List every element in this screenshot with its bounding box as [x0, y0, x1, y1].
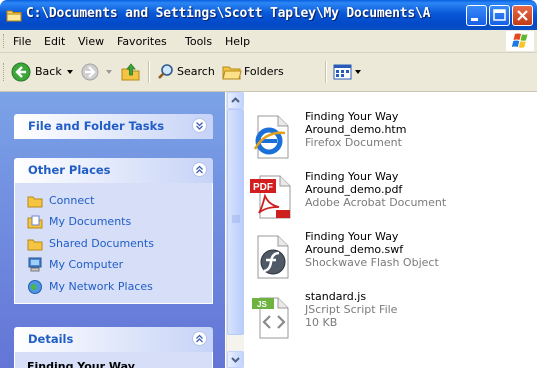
back-arrow-icon — [11, 62, 31, 82]
file-item[interactable]: Finding Your Way Around_demo.htm Firefox… — [244, 110, 537, 164]
views-icon — [333, 64, 352, 80]
title-bar[interactable]: C:\Documents and Settings\Scott Tapley\M… — [0, 0, 537, 30]
details-header[interactable]: Details — [14, 327, 213, 352]
file-name: Finding Your Way Around_demo.pdf — [305, 170, 402, 196]
file-name-line: Around_demo.swf — [305, 243, 404, 256]
menu-grip[interactable] — [3, 34, 7, 48]
folder-icon — [27, 239, 43, 251]
scroll-up-button[interactable] — [227, 92, 244, 109]
details-title: Details — [28, 332, 74, 346]
file-folder-tasks-header[interactable]: File and Folder Tasks — [14, 114, 213, 139]
other-places-header[interactable]: Other Places — [14, 158, 213, 183]
toolbar-separator — [325, 61, 327, 83]
search-icon — [158, 64, 173, 79]
file-name: Finding Your Way Around_demo.htm — [305, 110, 406, 136]
search-button[interactable]: Search — [157, 61, 217, 83]
place-label: Shared Documents — [49, 237, 154, 250]
windows-logo-icon — [506, 31, 534, 51]
menu-edit[interactable]: Edit — [44, 35, 65, 48]
file-type: Shockwave Flash Object — [305, 256, 439, 269]
file-name-line: Finding Your Way — [305, 110, 399, 123]
forward-dropdown-icon[interactable] — [106, 70, 112, 74]
maximize-button[interactable] — [489, 5, 510, 26]
other-places-title: Other Places — [28, 163, 111, 177]
close-button[interactable] — [512, 5, 533, 26]
file-name-line: standard.js — [305, 290, 367, 303]
task-pane-scrollbar[interactable] — [226, 92, 244, 368]
toolbar-grip[interactable] — [3, 63, 7, 81]
menu-bar: File Edit View Favorites Tools Help — [0, 30, 537, 53]
menu-file[interactable]: File — [13, 35, 31, 48]
file-name-line: Finding Your Way — [305, 230, 399, 243]
up-folder-button[interactable] — [120, 61, 142, 83]
minimize-icon — [471, 18, 478, 21]
menu-help[interactable]: Help — [225, 35, 250, 48]
folders-button[interactable]: Folders — [222, 61, 292, 83]
file-name-line: Around_demo.htm — [305, 123, 407, 136]
my-documents-icon — [27, 215, 43, 229]
file-name-line: Finding Your Way — [305, 170, 399, 183]
place-label: My Computer — [49, 258, 124, 271]
maximize-icon — [493, 9, 506, 21]
views-dropdown-icon[interactable] — [355, 70, 361, 74]
file-name: Finding Your Way Around_demo.swf — [305, 230, 403, 256]
explorer-window: C:\Documents and Settings\Scott Tapley\M… — [0, 0, 537, 368]
collapse-chevron-icon[interactable] — [192, 162, 207, 177]
back-button[interactable]: Back — [11, 61, 75, 83]
scroll-thumb[interactable] — [227, 109, 244, 335]
toolbar-separator — [148, 61, 150, 83]
file-name-line: Around_demo.pdf — [305, 183, 403, 196]
file-type: Adobe Acrobat Document — [305, 196, 447, 209]
close-icon — [517, 10, 528, 21]
back-label: Back — [35, 65, 62, 78]
minimize-button[interactable] — [466, 5, 487, 26]
folder-icon — [6, 10, 22, 22]
folders-label: Folders — [244, 65, 284, 78]
up-folder-icon — [121, 63, 140, 81]
flash-icon — [257, 235, 289, 279]
place-label: My Documents — [49, 215, 132, 228]
menu-favorites[interactable]: Favorites — [117, 35, 167, 48]
svg-text:PDF: PDF — [253, 182, 273, 193]
folder-icon — [27, 196, 43, 208]
back-dropdown-icon[interactable] — [67, 70, 73, 74]
svg-text:JS: JS — [257, 300, 267, 309]
place-label: My Network Places — [49, 280, 153, 293]
scroll-down-button[interactable] — [227, 351, 244, 368]
jscript-icon: JS — [252, 297, 289, 339]
file-item[interactable]: Finding Your Way Around_demo.swf Shockwa… — [244, 230, 537, 284]
place-label: Connect — [49, 194, 95, 207]
network-places-icon — [28, 280, 42, 294]
pdf-icon: PDF — [250, 175, 291, 219]
views-button[interactable] — [333, 61, 365, 83]
menu-view[interactable]: View — [78, 35, 104, 48]
file-list: Finding Your Way Around_demo.htm Firefox… — [244, 92, 537, 368]
file-size: 10 KB — [305, 316, 338, 329]
forward-arrow-icon — [81, 63, 99, 81]
expand-chevron-icon[interactable] — [192, 118, 207, 133]
toolbar: Back Search Folders — [0, 53, 537, 92]
file-type: Firefox Document — [305, 136, 402, 149]
file-name: standard.js — [305, 290, 366, 303]
file-item[interactable]: JS standard.js JScript Script File 10 KB — [244, 290, 537, 344]
forward-button[interactable] — [80, 61, 114, 83]
ie-document-icon — [253, 115, 289, 159]
collapse-chevron-icon[interactable] — [192, 331, 207, 346]
task-pane: File and Folder Tasks Other Places Conne… — [0, 92, 225, 368]
my-computer-icon — [28, 257, 42, 272]
window-title: C:\Documents and Settings\Scott Tapley\M… — [26, 6, 431, 21]
other-places-body: Connect My Documents Shared Documents My… — [14, 183, 213, 304]
scroll-grip-icon — [232, 215, 240, 223]
file-item[interactable]: PDF Finding Your Way Around_demo.pdf Ado… — [244, 170, 537, 224]
search-label: Search — [177, 65, 215, 78]
scroll-down-arrow-icon — [231, 357, 240, 363]
scroll-up-arrow-icon — [231, 97, 240, 103]
file-type: JScript Script File — [305, 303, 398, 316]
menu-tools[interactable]: Tools — [185, 35, 212, 48]
details-name: Finding Your Way — [27, 360, 135, 368]
file-folder-tasks-title: File and Folder Tasks — [28, 119, 165, 133]
details-body: Finding Your Way — [14, 352, 213, 368]
folders-icon — [222, 66, 242, 80]
